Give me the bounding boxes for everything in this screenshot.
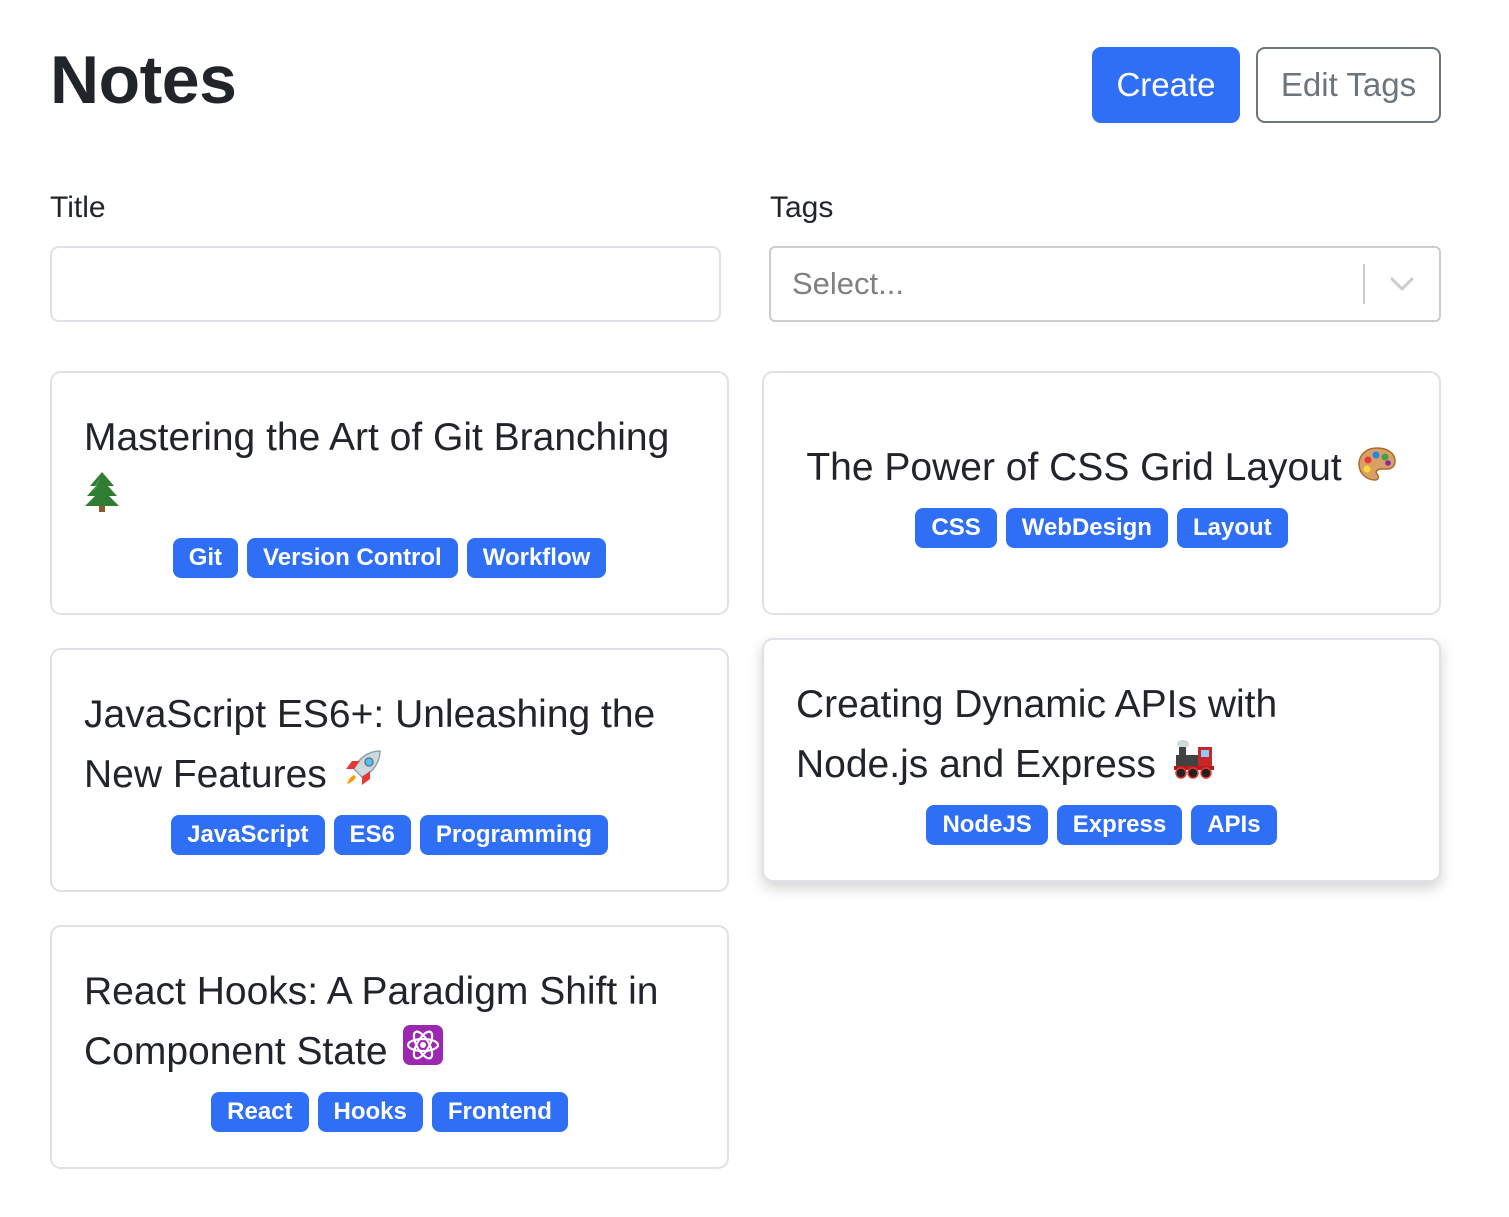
tag-badge: APIs (1191, 804, 1277, 845)
tag-badge: Git (172, 537, 239, 578)
note-tags: NodeJS Express APIs (796, 804, 1407, 845)
tag-badge: Programming (419, 814, 608, 855)
tags-select-placeholder: Select... (792, 266, 904, 301)
tag-badge: WebDesign (1005, 507, 1168, 548)
tag-badge: React (211, 1091, 309, 1132)
note-card-title: The Power of CSS Grid Layout (796, 438, 1407, 500)
note-card[interactable]: JavaScript ES6+: Unleashing the New Feat… (50, 648, 729, 892)
note-card-title: React Hooks: A Paradigm Shift in Compone… (84, 962, 695, 1084)
tag-badge: Version Control (247, 537, 458, 578)
edit-tags-button[interactable]: Edit Tags (1256, 47, 1441, 123)
tree-icon (84, 470, 120, 530)
tag-badge: Frontend (431, 1091, 568, 1132)
note-tags: JavaScript ES6 Programming (84, 814, 695, 855)
note-title-text: The Power of CSS Grid Layout (806, 446, 1342, 490)
note-tags: CSS WebDesign Layout (796, 507, 1407, 548)
palette-icon (1357, 440, 1397, 500)
tag-badge: NodeJS (926, 804, 1048, 845)
tag-badge: Workflow (466, 537, 607, 578)
tag-badge: JavaScript (171, 814, 325, 855)
page-title: Notes (50, 42, 237, 118)
note-card-title: Creating Dynamic APIs with Node.js and E… (796, 675, 1407, 797)
note-card[interactable]: Mastering the Art of Git Branching Git V… (50, 371, 729, 615)
note-title-text: React Hooks: A Paradigm Shift in Compone… (84, 970, 659, 1074)
locomotive-icon (1171, 737, 1215, 797)
chevron-down-icon[interactable] (1365, 248, 1439, 320)
note-tags: React Hooks Frontend (84, 1091, 695, 1132)
title-filter-input[interactable] (50, 246, 721, 322)
tag-badge: CSS (915, 507, 997, 548)
title-filter-label: Title (50, 191, 106, 224)
note-card[interactable]: Creating Dynamic APIs with Node.js and E… (762, 638, 1441, 882)
tag-badge: Express (1056, 804, 1183, 845)
tag-badge: Layout (1176, 507, 1288, 548)
atom-icon (402, 1024, 444, 1084)
note-card[interactable]: React Hooks: A Paradigm Shift in Compone… (50, 925, 729, 1169)
tags-filter-label: Tags (770, 191, 834, 224)
note-card[interactable]: The Power of CSS Grid Layout CSS WebDesi… (762, 371, 1441, 615)
tag-badge: ES6 (333, 814, 411, 855)
note-card-title: Mastering the Art of Git Branching (84, 408, 695, 530)
note-title-text: Mastering the Art of Git Branching (84, 416, 670, 460)
tags-select[interactable]: Select... (769, 246, 1441, 322)
note-card-title: JavaScript ES6+: Unleashing the New Feat… (84, 685, 695, 807)
rocket-icon (342, 747, 384, 807)
note-tags: Git Version Control Workflow (84, 537, 695, 578)
tag-badge: Hooks (317, 1091, 423, 1132)
create-button[interactable]: Create (1092, 47, 1240, 123)
